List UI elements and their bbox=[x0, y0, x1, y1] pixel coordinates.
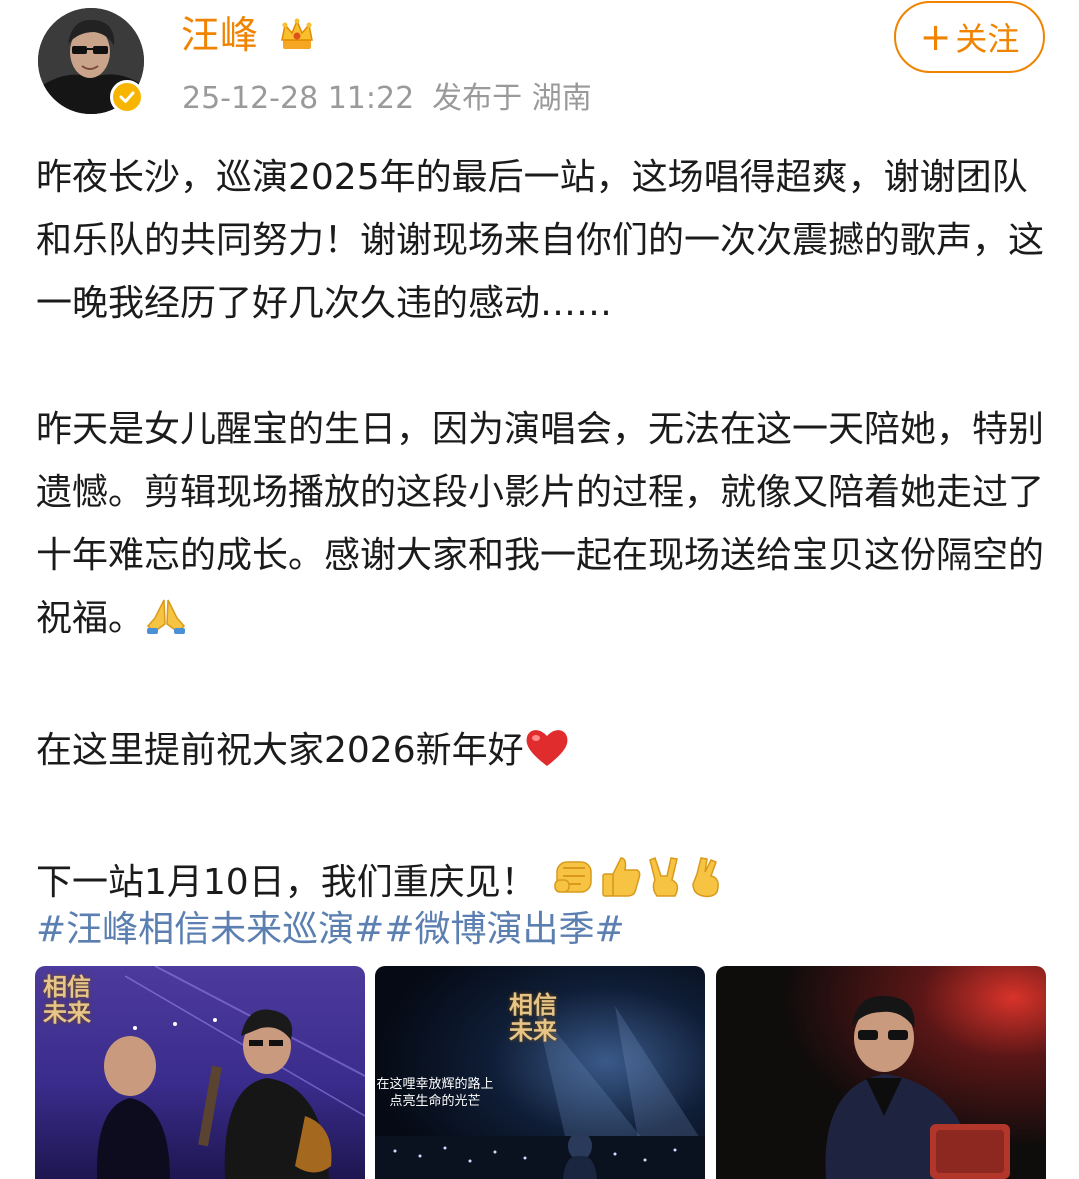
post-text: 昨夜长沙，巡演2025年的最后一站，这场唱得超爽，谢谢团队和乐队的共同努力！谢谢… bbox=[36, 146, 1051, 920]
hashtag-link[interactable]: #汪峰相信未来巡演# bbox=[36, 909, 384, 950]
post-paragraph: 昨天是女儿醒宝的生日，因为演唱会，无法在这一天陪她，特别遗憾。剪辑现场播放的这段… bbox=[36, 398, 1051, 656]
post-meta: 25-12-28 11:22 发布于 湖南 bbox=[182, 80, 592, 118]
post-photo[interactable]: 相信未来 bbox=[35, 966, 365, 1179]
hashtag-link[interactable]: #微博演出季# bbox=[384, 909, 624, 950]
post-photo[interactable] bbox=[716, 966, 1046, 1179]
post-location: 发布于 湖南 bbox=[432, 81, 592, 116]
photo-title: 相信未来 bbox=[43, 972, 91, 1027]
post-photo[interactable]: 相信未来 在这哩幸放辉的路上 点亮生命的光芒 bbox=[375, 966, 705, 1179]
follow-label: 关注 bbox=[955, 20, 1020, 58]
verified-icon bbox=[110, 80, 144, 114]
weibo-post: 汪峰 25-12-28 11:22 发布于 湖南 + 关注 昨夜长沙，巡演2025… bbox=[0, 0, 1079, 1179]
photo-image bbox=[716, 966, 1046, 1179]
post-date: 25-12-28 11:22 bbox=[182, 81, 415, 116]
follow-button[interactable]: + 关注 bbox=[894, 1, 1045, 73]
pray-emoji bbox=[144, 593, 188, 656]
crown-icon[interactable] bbox=[277, 14, 317, 54]
red-heart-emoji bbox=[524, 725, 570, 788]
photo-caption: 在这哩幸放辉的路上 点亮生命的光芒 bbox=[376, 1077, 494, 1109]
plus-icon: + bbox=[919, 15, 952, 59]
paragraph-text: 在这里提前祝大家2026新年好 bbox=[36, 730, 524, 771]
author-name[interactable]: 汪峰 bbox=[181, 12, 259, 58]
post-paragraph: 昨夜长沙，巡演2025年的最后一站，这场唱得超爽，谢谢团队和乐队的共同努力！谢谢… bbox=[36, 157, 1045, 324]
victory-emoji bbox=[645, 854, 685, 920]
post-paragraph: 在这里提前祝大家2026新年好 bbox=[36, 719, 1051, 788]
hashtag-list: #汪峰相信未来巡演##微博演出季# bbox=[36, 898, 625, 961]
crossed-fingers-emoji bbox=[685, 854, 729, 920]
photo-title: 相信未来 bbox=[509, 990, 557, 1045]
paragraph-text: 下一站1月10日，我们重庆见！ bbox=[36, 862, 537, 903]
